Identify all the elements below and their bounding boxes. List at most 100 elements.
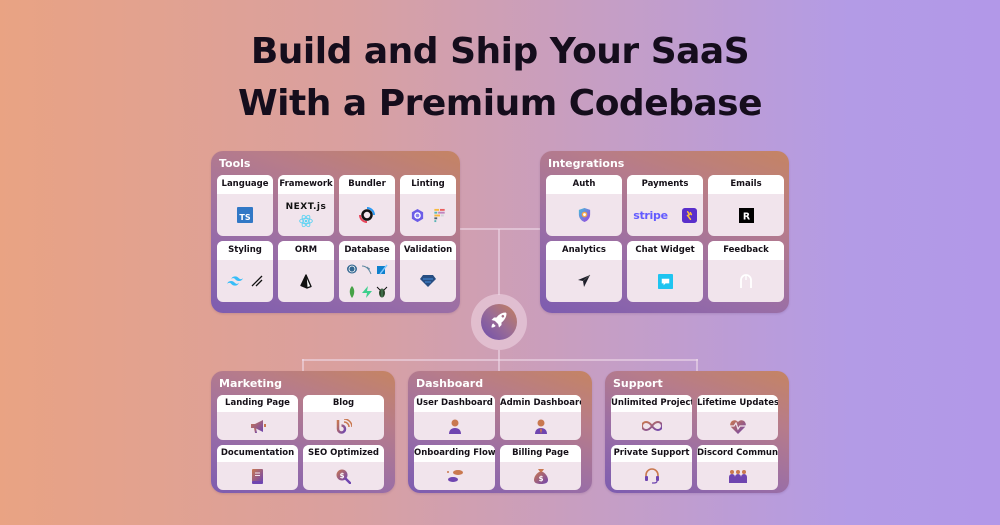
svg-text:$: $ <box>538 475 543 483</box>
megaphone-icon <box>250 419 266 434</box>
resend-icon: R <box>738 207 754 223</box>
panel-title: Support <box>613 377 663 390</box>
typescript-icon: TS <box>237 207 253 223</box>
marketing-card-landing-page[interactable]: Landing Page <box>217 395 298 440</box>
dashboard-card-onboarding-flow[interactable]: Onboarding Flow <box>414 445 495 490</box>
auth-shield-icon <box>577 207 592 223</box>
prisma-icon <box>300 273 312 289</box>
heartbeat-icon <box>728 419 747 434</box>
tool-card-bundler[interactable]: Bundler <box>339 175 395 236</box>
dashboard-card-admin-dashboard[interactable]: Admin Dashboard <box>500 395 581 440</box>
hero-title-line-2: With a Premium Codebase <box>237 83 763 124</box>
card-label: ORM <box>278 241 334 260</box>
marketing-card-seo-optimized[interactable]: SEO Optimized $ <box>303 445 384 490</box>
card-label: Unlimited Projects <box>611 395 692 412</box>
card-label: Billing Page <box>500 445 581 462</box>
book-icon <box>251 468 264 484</box>
react-icon <box>298 214 314 228</box>
card-label: Validation <box>400 241 456 260</box>
prettier-icon <box>433 208 447 223</box>
panel-title: Marketing <box>219 377 283 390</box>
card-label: Linting <box>400 175 456 194</box>
card-label: Chat Widget <box>627 241 703 260</box>
card-label: Database <box>339 241 395 260</box>
support-card-discord-community[interactable]: Discord Community <box>697 445 778 490</box>
panel-title: Tools <box>219 157 251 170</box>
dashboard-panel: Dashboard User Dashboard Admin Dashboard… <box>408 371 592 493</box>
integration-card-payments[interactable]: Payments stripe <box>627 175 703 236</box>
hero-title: Build and Ship Your SaaS With a Premium … <box>0 26 1000 130</box>
marketing-card-blog[interactable]: Blog <box>303 395 384 440</box>
infinity-icon <box>641 421 662 431</box>
marketing-panel: Marketing Landing Page Blog Documentatio… <box>211 371 395 493</box>
hero-title-line-1: Build and Ship Your SaaS <box>250 31 750 72</box>
eslint-icon <box>410 208 425 223</box>
svg-text:R: R <box>742 211 750 222</box>
tool-card-database[interactable]: Database <box>339 241 395 302</box>
tool-card-orm[interactable]: ORM <box>278 241 334 302</box>
dashboard-card-billing-page[interactable]: Billing Page $ <box>500 445 581 490</box>
tool-card-framework[interactable]: Framework NEXT.js <box>278 175 334 236</box>
seo-search-icon: $ <box>336 469 351 484</box>
sqlite-icon <box>376 264 388 275</box>
bundler-icon <box>359 207 375 223</box>
card-label: Landing Page <box>217 395 298 412</box>
mysql-icon <box>361 264 373 275</box>
money-bag-icon: $ <box>533 468 548 484</box>
card-label: Analytics <box>546 241 622 260</box>
supabase-icon <box>361 286 373 298</box>
tool-card-linting[interactable]: Linting <box>400 175 456 236</box>
marketing-card-documentation[interactable]: Documentation <box>217 445 298 490</box>
hub <box>471 294 527 350</box>
card-label: Admin Dashboard <box>500 395 581 412</box>
postgresql-icon <box>346 264 358 275</box>
support-card-lifetime-updates[interactable]: Lifetime Updates <box>697 395 778 440</box>
card-label: Documentation <box>217 445 298 462</box>
support-card-private-support[interactable]: Private Support <box>611 445 692 490</box>
integration-card-chat-widget[interactable]: Chat Widget <box>627 241 703 302</box>
tool-card-styling[interactable]: Styling <box>217 241 273 302</box>
integration-card-emails[interactable]: Emails R <box>708 175 784 236</box>
integration-card-feedback[interactable]: Feedback <box>708 241 784 302</box>
lemonsqueezy-icon <box>681 207 697 223</box>
tools-panel: Tools Language TS Framework NEXT.js Bund… <box>211 151 460 313</box>
card-label: Feedback <box>708 241 784 260</box>
connector-top-vertical <box>498 229 500 295</box>
connector-top-horizontal <box>460 228 540 230</box>
user-icon <box>448 419 462 434</box>
card-label: Auth <box>546 175 622 194</box>
cockroachdb-icon <box>376 286 388 298</box>
connector-bottom-horizontal <box>302 359 698 361</box>
connector-right-drop <box>696 359 698 371</box>
card-label: Framework <box>278 175 334 194</box>
hub-circle <box>481 304 517 340</box>
card-label: Language <box>217 175 273 194</box>
svg-text:$: $ <box>340 472 345 480</box>
card-label: Onboarding Flow <box>414 445 495 462</box>
integrations-panel: Integrations Auth Payments stripe Emails <box>540 151 789 313</box>
card-label: Lifetime Updates <box>697 395 778 412</box>
card-label: SEO Optimized <box>303 445 384 462</box>
blog-icon <box>336 418 352 434</box>
integration-card-auth[interactable]: Auth <box>546 175 622 236</box>
analytics-bird-icon <box>577 274 591 288</box>
stripe-icon: stripe <box>633 208 668 222</box>
tool-card-validation[interactable]: Validation <box>400 241 456 302</box>
dashboard-card-user-dashboard[interactable]: User Dashboard <box>414 395 495 440</box>
mongodb-icon <box>346 286 358 298</box>
nextjs-icon: NEXT.js <box>285 202 327 212</box>
card-label: Bundler <box>339 175 395 194</box>
integration-card-analytics[interactable]: Analytics <box>546 241 622 302</box>
panel-title: Integrations <box>548 157 625 170</box>
card-label: Blog <box>303 395 384 412</box>
card-label: Emails <box>708 175 784 194</box>
support-card-unlimited-projects[interactable]: Unlimited Projects <box>611 395 692 440</box>
admin-icon <box>534 419 548 434</box>
footprints-icon <box>446 469 464 483</box>
rocket-icon <box>489 310 509 334</box>
card-label: Payments <box>627 175 703 194</box>
shadcn-icon <box>251 275 263 287</box>
feedback-icon <box>739 273 753 289</box>
tool-card-language[interactable]: Language TS <box>217 175 273 236</box>
card-label: User Dashboard <box>414 395 495 412</box>
